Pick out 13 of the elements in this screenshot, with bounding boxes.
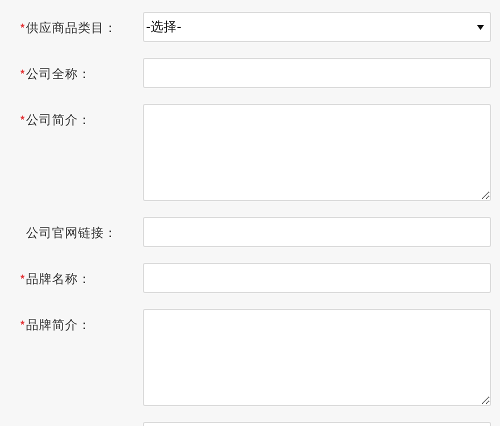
category-select[interactable]: -选择-	[143, 12, 491, 42]
field-label: 公司官网链接：	[26, 225, 117, 240]
field-label: 供应商品类目：	[26, 20, 117, 35]
field-label: 公司简介：	[26, 112, 91, 127]
input-field[interactable]	[143, 58, 491, 88]
field-label: 公司全称：	[26, 66, 91, 81]
text-area[interactable]	[143, 309, 491, 406]
input-field[interactable]	[143, 263, 491, 293]
text-area[interactable]	[143, 104, 491, 201]
input-field[interactable]	[143, 217, 491, 247]
dropdown-arrow-icon[interactable]	[477, 24, 484, 30]
field-label: 品牌名称：	[26, 271, 91, 286]
field-label: 品牌简介：	[26, 317, 91, 332]
